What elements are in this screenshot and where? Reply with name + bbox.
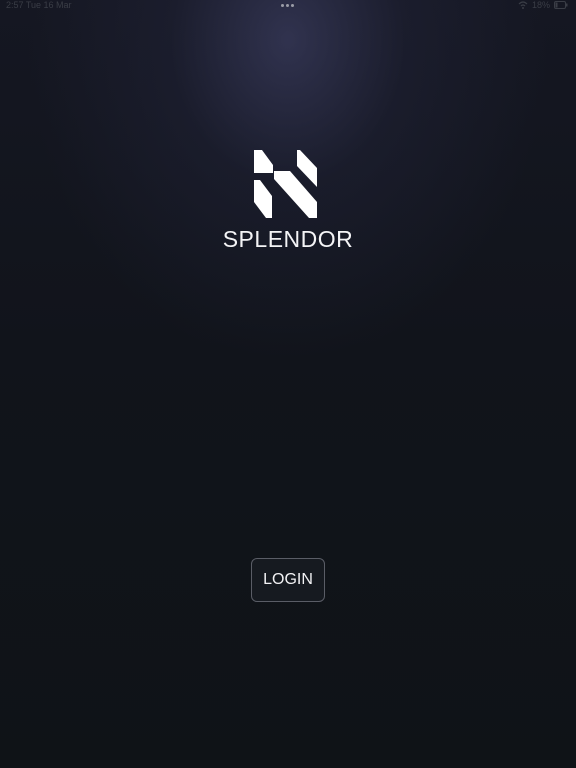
multitask-dot: [281, 4, 284, 7]
status-right-group: 18%: [518, 0, 568, 10]
brand-name: SPLENDOR: [222, 226, 354, 252]
battery-icon: [554, 1, 568, 9]
multitask-dot: [286, 4, 289, 7]
wifi-icon: [518, 1, 528, 9]
battery-percentage: 18%: [531, 0, 550, 10]
login-button[interactable]: LOGIN: [251, 558, 325, 602]
multitask-dots-icon[interactable]: [281, 4, 294, 7]
splendor-logo-icon: [254, 150, 317, 218]
multitask-dot: [291, 4, 294, 7]
status-time-date: 2:57 Tue 16 Mar: [6, 0, 72, 10]
